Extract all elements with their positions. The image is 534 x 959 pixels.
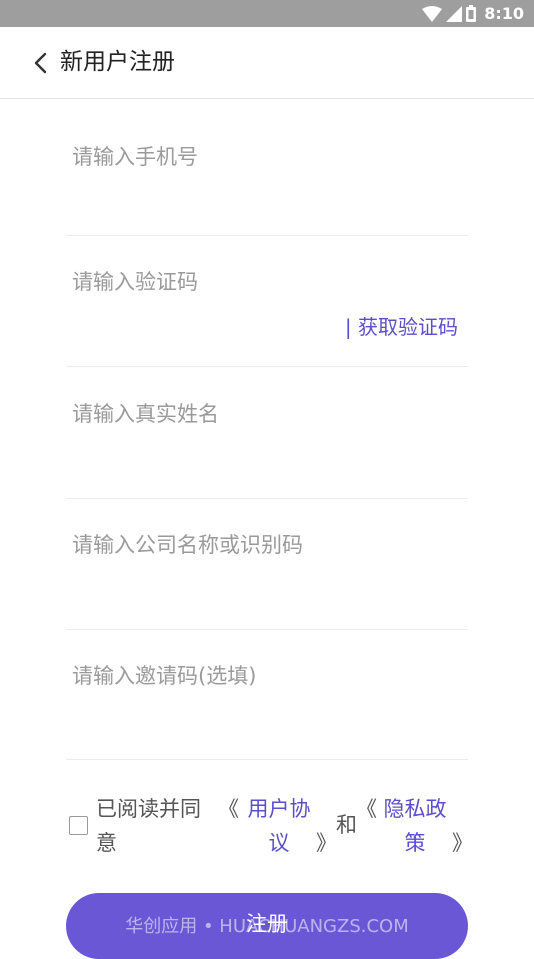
name-field [66, 392, 468, 499]
privacy-policy-link[interactable]: 隐私政策 [378, 792, 452, 860]
register-button[interactable]: 注册 [66, 893, 468, 959]
header: 新用户注册 [0, 27, 534, 99]
page-title: 新用户注册 [60, 49, 175, 75]
open-bracket: 《 [356, 797, 377, 821]
cell-signal-icon [446, 5, 463, 22]
status-time: 8:10 [484, 4, 524, 23]
phone-input[interactable] [72, 135, 462, 179]
real-name-input[interactable] [72, 392, 462, 436]
battery-icon [466, 5, 477, 22]
company-input[interactable] [72, 523, 462, 567]
user-agreement-link[interactable]: 用户协议 [242, 792, 316, 860]
status-icons: 8:10 [422, 3, 524, 24]
invite-code-input[interactable] [72, 654, 462, 698]
verification-code-input[interactable] [72, 260, 462, 304]
code-field: | 获取验证码 [66, 260, 468, 367]
close-bracket: 》 [452, 831, 473, 855]
open-bracket: 《 [218, 797, 239, 821]
wifi-icon [422, 5, 443, 22]
agree-checkbox[interactable] [69, 816, 88, 835]
chevron-left-icon[interactable] [30, 51, 52, 75]
invite-field [66, 654, 468, 760]
phone-field [66, 135, 468, 236]
get-code-button[interactable]: | 获取验证码 [345, 311, 458, 340]
and-text: 和 [336, 813, 357, 837]
agree-text: 已阅读并同意 [96, 797, 201, 855]
close-bracket: 》 [316, 831, 337, 855]
company-field [66, 523, 468, 630]
status-bar: 8:10 [0, 0, 534, 27]
agreement-row: 已阅读并同意 《 用户协议 》 和 《 隐私政策 》 [68, 792, 478, 862]
